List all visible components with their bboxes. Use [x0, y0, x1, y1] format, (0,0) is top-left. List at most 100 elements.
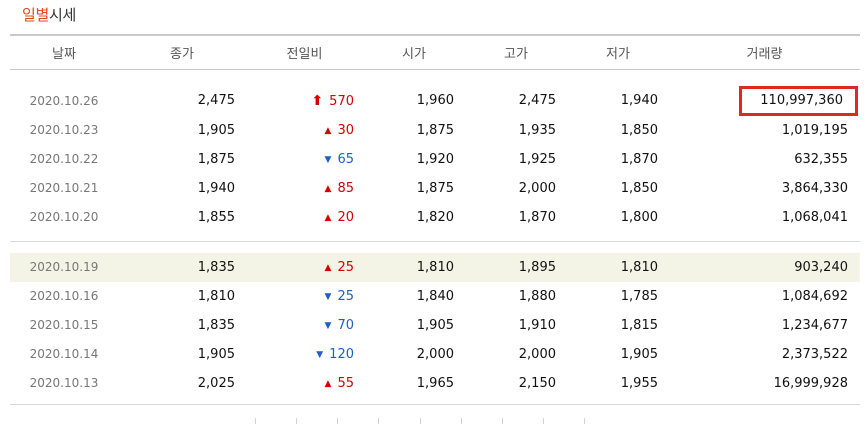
cell-high: 1,935: [518, 122, 556, 138]
cell-volume: 1,084,692: [781, 288, 848, 304]
table-row: 2020.10.14 1,905 ▼ 120 2,000 2,000 1,905 2,373,…: [10, 340, 860, 369]
cell-volume: 3,864,330: [781, 180, 848, 196]
table-row: 2020.10.15 1,835 ▼ 70 1,905 1,910 1,815 1,234,6…: [10, 311, 860, 340]
cell-change: ▲ 55: [246, 369, 363, 398]
down-triangle-icon: ▼: [316, 349, 324, 360]
cell-volume: 1,019,195: [781, 122, 848, 138]
cell-open: 1,965: [416, 375, 454, 391]
cell-high: 1,870: [518, 209, 556, 225]
cell-volume: 2,373,522: [781, 346, 848, 362]
cell-change: ⬆ 570: [246, 86, 363, 116]
cell-close: 1,905: [197, 122, 235, 138]
down-triangle-icon: ▼: [324, 320, 332, 331]
table-spacer-row: [10, 231, 860, 242]
cell-open: 1,810: [416, 259, 454, 275]
cell-low: 1,785: [620, 288, 658, 304]
cell-date: 2020.10.13: [29, 376, 99, 390]
down-triangle-icon: ▼: [324, 291, 332, 302]
spacer-cell: [10, 69, 860, 86]
cell-volume: 110,997,360: [669, 85, 860, 116]
cell-high: 2,150: [518, 375, 556, 391]
cell-date: 2020.10.22: [29, 152, 99, 166]
cell-low: 1,940: [620, 93, 658, 108]
cell-low: 1,850: [620, 180, 658, 196]
col-header-low: 저가: [567, 34, 669, 70]
cell-volume: 1,068,041: [781, 209, 848, 225]
cell-high: 1,910: [518, 317, 556, 333]
up-triangle-icon: ▲: [324, 378, 332, 389]
cell-close: 1,940: [197, 180, 235, 196]
cell-close: 1,855: [197, 209, 235, 225]
cell-low: 1,800: [620, 209, 658, 225]
table-row: 2020.10.22 1,875 ▼ 65 1,920 1,925 1,870 632,355: [10, 145, 860, 174]
spacer-cell: [10, 231, 860, 242]
spacer-cell: [10, 241, 860, 253]
cell-low: 1,850: [620, 122, 658, 138]
col-header-volume: 거래량: [669, 34, 860, 70]
daily-price-panel: 일별시세 날짜 종가 전일비 시가 고가 저가 거래량 2020.10.26 2,…: [0, 0, 868, 424]
cell-date: 2020.10.26: [29, 93, 99, 108]
pager-divider: [460, 418, 462, 424]
up-triangle-icon: ▲: [324, 212, 332, 223]
cell-open: 1,840: [416, 288, 454, 304]
cell-close: 1,810: [197, 288, 235, 304]
cell-low: 1,905: [620, 346, 658, 362]
cell-date: 2020.10.20: [29, 210, 99, 224]
cell-change: ▼ 120: [246, 340, 363, 369]
daily-price-table: 날짜 종가 전일비 시가 고가 저가 거래량 2020.10.26 2,475 ⬆ 5…: [10, 34, 860, 405]
cell-high: 2,000: [518, 180, 556, 196]
table-spacer-row: [10, 69, 860, 86]
pager-divider: [419, 418, 421, 424]
cell-close: 1,835: [197, 259, 235, 275]
col-header-date: 날짜: [10, 34, 118, 70]
change-value: 120: [329, 346, 354, 362]
cell-high: 2,475: [518, 93, 556, 108]
cell-high: 1,895: [518, 259, 556, 275]
table-row: 2020.10.16 1,810 ▼ 25 1,840 1,880 1,785 1,084,6…: [10, 282, 860, 311]
cell-open: 1,905: [416, 317, 454, 333]
cell-high: 2,000: [518, 346, 556, 362]
cell-change: ▲ 85: [246, 174, 363, 203]
up-triangle-icon: ▲: [324, 125, 332, 136]
pager-divider: [255, 418, 256, 424]
cell-volume: 903,240: [794, 259, 848, 275]
up-triangle-icon: ▲: [324, 183, 332, 194]
up-triangle-icon: ▲: [324, 262, 332, 273]
cell-high: 1,925: [518, 151, 556, 167]
col-header-change: 전일비: [246, 34, 363, 70]
cell-high: 1,880: [518, 288, 556, 304]
change-value: 65: [337, 151, 354, 167]
col-header-open: 시가: [363, 34, 465, 70]
cell-open: 1,960: [416, 93, 454, 108]
highlighted-volume: 110,997,360: [739, 85, 858, 116]
cell-volume: 16,999,928: [773, 375, 848, 391]
pager-divider: [584, 418, 585, 424]
col-header-close: 종가: [118, 34, 246, 70]
table-row: 2020.10.26 2,475 ⬆ 570 1,960 2,475 1,940 110,99…: [10, 85, 860, 116]
cell-low: 1,955: [620, 375, 658, 391]
spacer-cell: [10, 397, 860, 405]
table-spacer-row: [10, 397, 860, 405]
cell-change: ▲ 25: [246, 253, 363, 282]
pager-divider: [501, 418, 503, 424]
table-row: 2020.10.21 1,940 ▲ 85 1,875 2,000 1,850 3,864,3…: [10, 174, 860, 203]
change-value: 55: [337, 375, 354, 391]
cell-low: 1,870: [620, 151, 658, 167]
pagination: [255, 418, 585, 424]
section-title-rest: 시세: [49, 6, 77, 24]
table-spacer-row: [10, 241, 860, 253]
change-value: 25: [337, 259, 354, 275]
table-row: 2020.10.23 1,905 ▲ 30 1,875 1,935 1,850 1,019,1…: [10, 116, 860, 145]
change-value: 70: [337, 317, 354, 333]
cell-date: 2020.10.21: [29, 181, 99, 195]
cell-volume: 632,355: [794, 151, 848, 167]
change-value: 570: [329, 93, 354, 109]
down-triangle-icon: ▼: [324, 154, 332, 165]
cell-date: 2020.10.23: [29, 123, 99, 137]
cell-change: ▼ 25: [246, 282, 363, 311]
change-value: 30: [337, 122, 354, 138]
cell-change: ▼ 70: [246, 311, 363, 340]
pager-divider: [337, 418, 339, 424]
cell-close: 2,475: [197, 93, 235, 108]
section-title-accent: 일별: [22, 6, 50, 24]
